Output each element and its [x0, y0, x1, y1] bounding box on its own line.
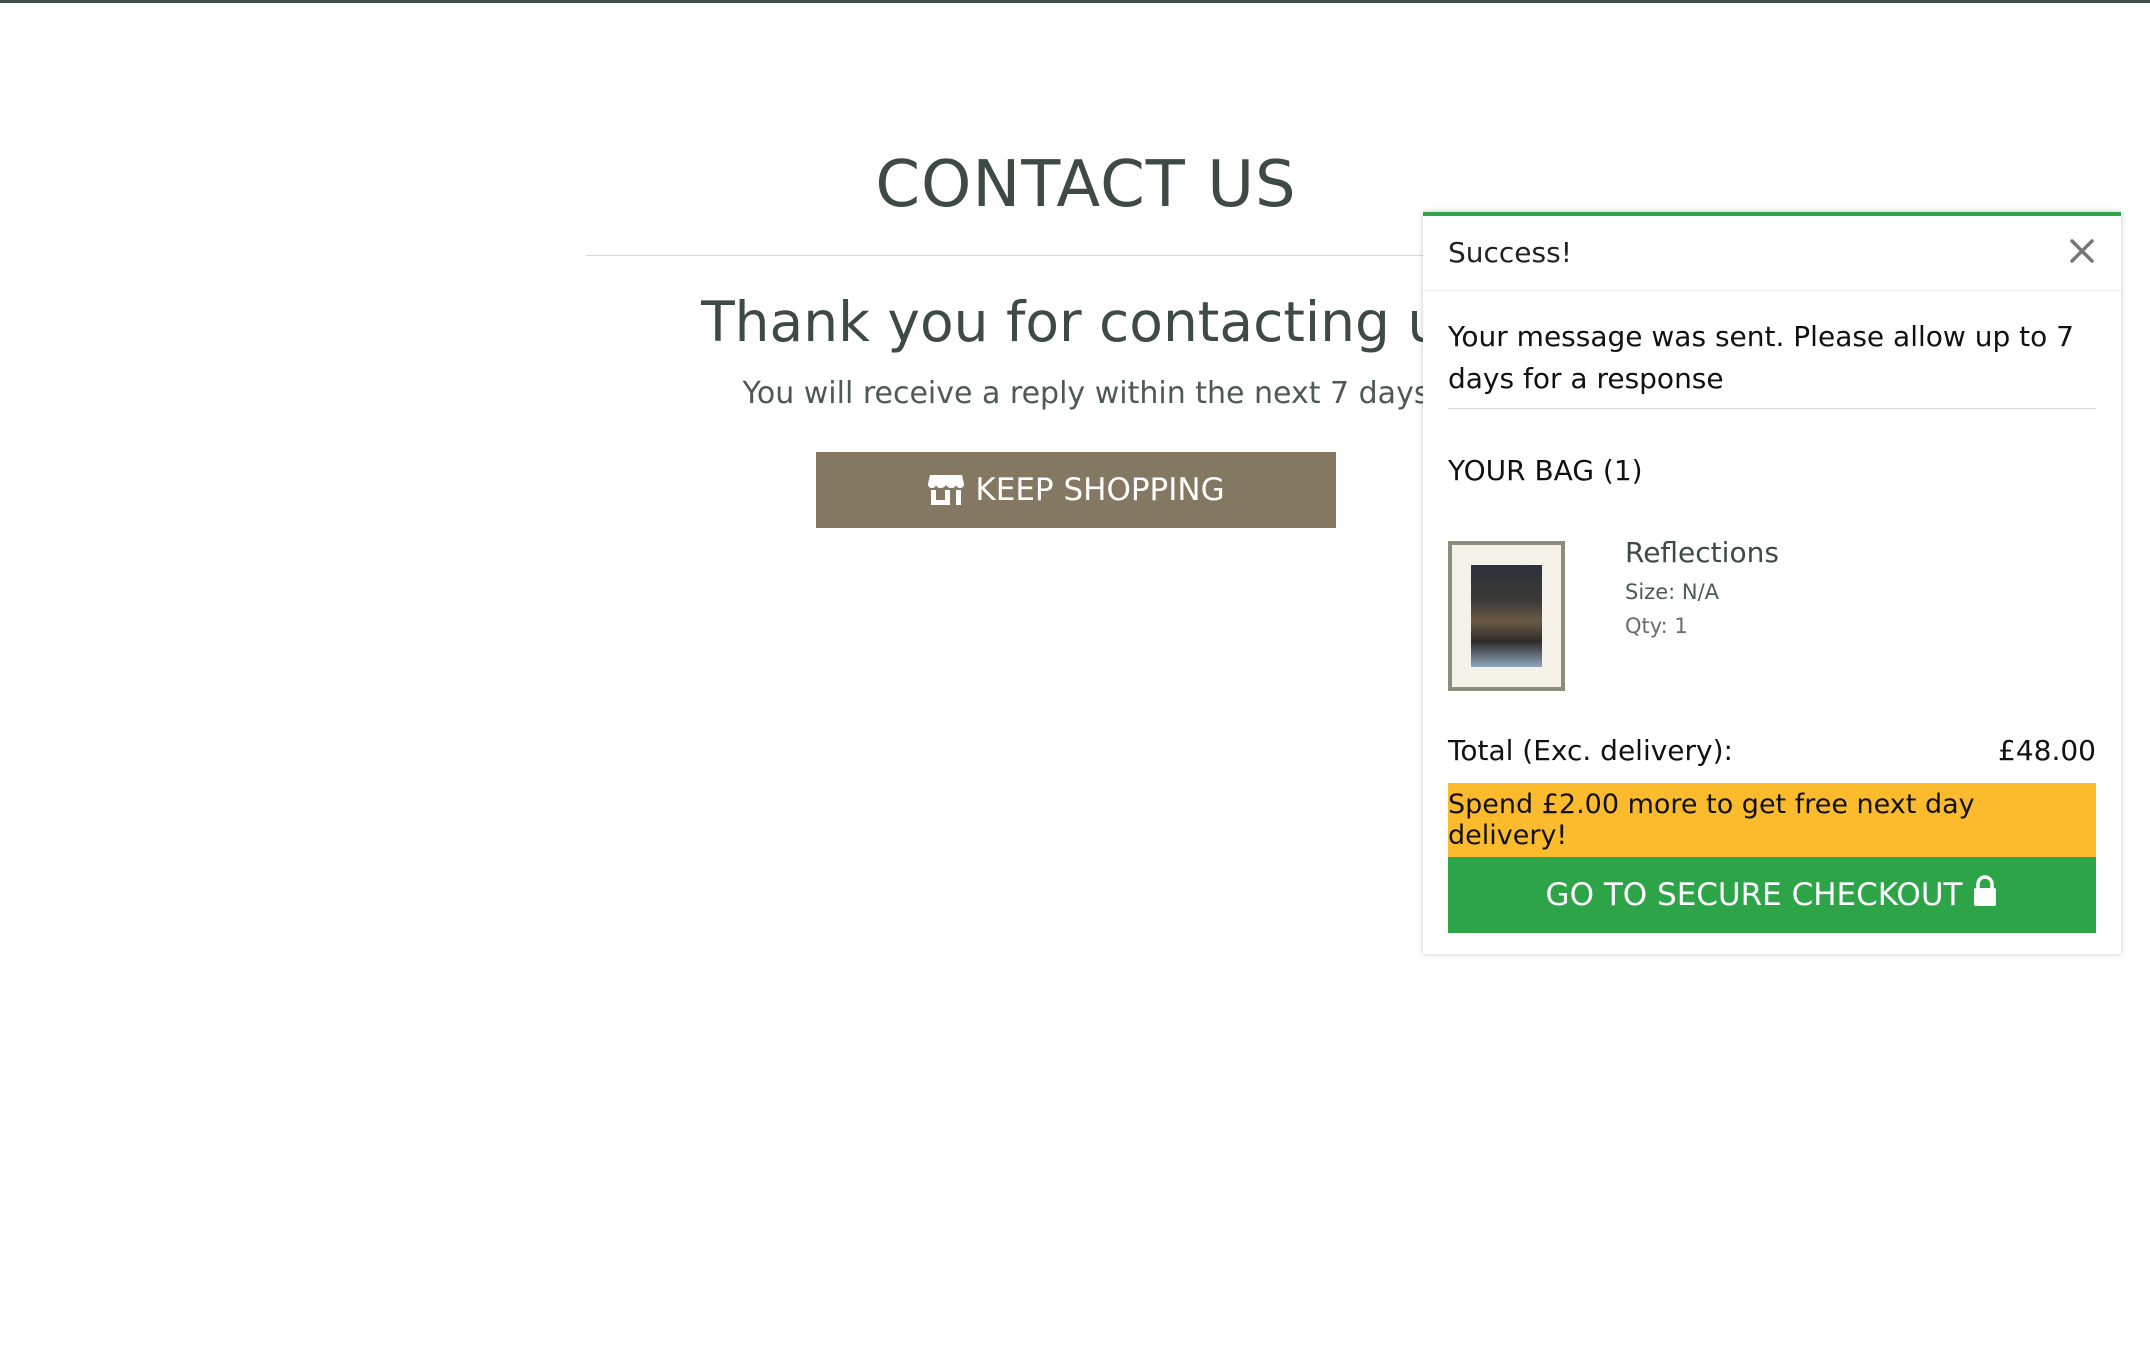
bag-heading: YOUR BAG (1): [1448, 454, 1643, 487]
close-icon[interactable]: [2065, 234, 2099, 268]
free-delivery-text: Spend £2.00 more to get free next day de…: [1448, 789, 1975, 851]
item-size: Size: N/A: [1625, 580, 1720, 604]
popup-title: Success!: [1448, 236, 1572, 269]
secure-checkout-button[interactable]: GO TO SECURE CHECKOUT: [1448, 857, 2096, 933]
total-label: Total (Exc. delivery):: [1448, 734, 1733, 767]
popup-message: Your message was sent. Please allow up t…: [1448, 320, 2074, 395]
keep-shopping-button[interactable]: KEEP SHOPPING: [816, 452, 1336, 528]
item-thumbnail[interactable]: [1448, 541, 1565, 691]
top-border: [0, 0, 2150, 3]
bag-success-popup: Success! Your message was sent. Please a…: [1423, 212, 2121, 954]
total-value: £48.00: [1998, 734, 2096, 767]
keep-shopping-label: KEEP SHOPPING: [975, 472, 1225, 508]
store-icon: [927, 473, 965, 507]
free-delivery-banner: Spend £2.00 more to get free next day de…: [1448, 783, 2096, 857]
lock-icon: [1972, 875, 1998, 915]
item-image: [1471, 565, 1542, 667]
item-name[interactable]: Reflections: [1625, 536, 1779, 569]
message-divider: [1448, 408, 2096, 409]
checkout-label: GO TO SECURE CHECKOUT: [1545, 877, 1963, 913]
item-qty: Qty: 1: [1625, 614, 1688, 638]
popup-header: Success!: [1423, 216, 2121, 291]
